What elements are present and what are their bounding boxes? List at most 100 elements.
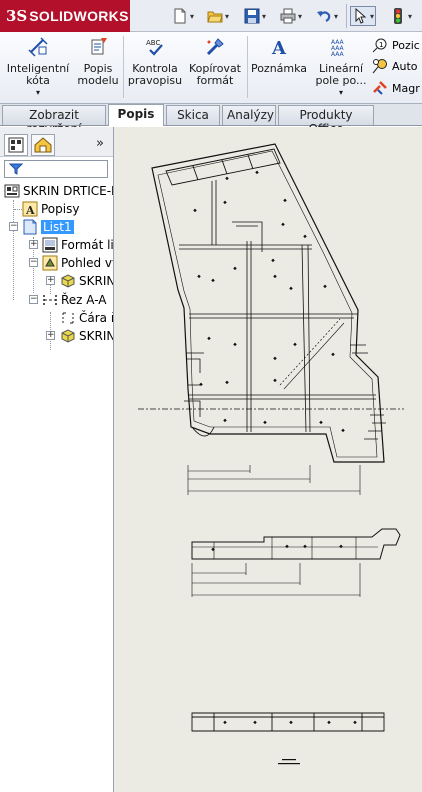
ribbon-separator	[123, 36, 124, 98]
tree-part-2[interactable]: SKRIN	[60, 327, 113, 345]
chevron-down-icon[interactable]: ▾	[262, 12, 266, 21]
rebuild-button[interactable]: ▾	[390, 6, 412, 26]
spell-check-icon: ABC	[146, 39, 163, 56]
print-icon	[280, 8, 296, 24]
chevron-down-icon[interactable]: ▾	[298, 12, 302, 21]
tree-root-label: SKRIN DRTICE-P	[23, 184, 114, 198]
linear-pattern-button[interactable]: AAA AAA AAA Lineární pole po... ▾	[312, 34, 370, 99]
save-icon	[244, 8, 260, 24]
note-label: Poznámka	[250, 62, 308, 75]
feature-manager-panel: » SKRIN DRTICE-P A Popisy − List1 + Form…	[0, 127, 114, 792]
chevron-down-icon[interactable]: ▾	[225, 12, 229, 21]
side-view-1-inner	[192, 537, 378, 559]
diagonal-dashed	[279, 318, 341, 386]
panel-tabs: »	[0, 127, 113, 157]
property-manager-tab[interactable]	[31, 134, 55, 156]
ribbon-separator	[247, 36, 248, 98]
new-document-button[interactable]: ▾	[172, 6, 194, 26]
dimension-lines-1	[187, 465, 361, 495]
right-brackets	[350, 344, 386, 440]
expand-toggle[interactable]: +	[29, 240, 38, 249]
print-button[interactable]: ▾	[280, 6, 302, 26]
tree-part-1[interactable]: SKRIN	[60, 272, 114, 290]
tree-annotations-label: Popisy	[41, 202, 80, 216]
sheet-icon	[23, 219, 37, 235]
format-painter-button[interactable]: Kopírovat formát	[186, 34, 244, 87]
auto-balloon-icon	[372, 59, 387, 74]
linear-pattern-label: Lineární pole po...	[315, 62, 367, 87]
expand-toggle[interactable]: +	[46, 331, 55, 340]
spell-check-button[interactable]: ABC Kontrola pravopisu	[126, 34, 184, 87]
internal-ribs	[179, 180, 376, 433]
chevron-down-icon[interactable]: ▾	[408, 12, 412, 21]
side-view-1	[191, 528, 401, 560]
tree-drawing-view[interactable]: Pohled vy	[42, 254, 114, 272]
feature-tree-icon	[8, 137, 24, 153]
property-manager-icon	[34, 137, 52, 153]
magnetic-line-button[interactable]: Magr	[372, 78, 420, 98]
spell-check-label: Kontrola pravopisu	[127, 62, 183, 87]
section-line-icon	[62, 312, 74, 324]
feature-tree-tab[interactable]	[4, 134, 28, 156]
section-view-icon	[43, 295, 57, 305]
tree-annotations[interactable]: A Popisy	[22, 200, 79, 218]
smart-dimension-button[interactable]: Inteligentní kóta ▾	[4, 34, 72, 99]
drawing-sheet[interactable]	[114, 127, 422, 792]
tab-sketch[interactable]: Skica	[166, 105, 220, 125]
tab-evaluate[interactable]: Analýzy	[222, 105, 276, 125]
magnetic-line-label: Magr	[392, 81, 420, 95]
plate-inner	[157, 150, 378, 458]
collapse-toggle[interactable]: −	[9, 222, 18, 231]
expand-toggle[interactable]: +	[46, 276, 55, 285]
open-button[interactable]: ▾	[207, 6, 229, 26]
annotations-icon: A	[22, 201, 38, 217]
model-items-label: Popis modelu	[77, 62, 119, 87]
smart-dimension-icon	[28, 37, 48, 57]
undo-button[interactable]: ▾	[316, 6, 338, 26]
tab-office-products[interactable]: Produkty Office	[278, 105, 374, 136]
model-items-button[interactable]: Popis modelu	[76, 34, 120, 87]
filter-icon	[9, 163, 23, 175]
chevron-down-icon[interactable]: ▾	[334, 12, 338, 21]
tree-sheet-format-label: Formát lis	[61, 238, 114, 252]
tree-part-1-label: SKRIN	[79, 274, 114, 288]
tree-filter-input[interactable]	[4, 160, 108, 178]
drawing-canvas	[138, 143, 404, 765]
diagonal-solid	[283, 322, 345, 390]
select-button[interactable]: ▾	[350, 6, 377, 26]
tree-sheet-format[interactable]: Formát lis	[42, 236, 114, 254]
note-button[interactable]: A Poznámka	[250, 34, 308, 75]
smart-dimension-label: Inteligentní kóta	[6, 62, 70, 87]
traffic-light-icon	[394, 8, 402, 24]
svg-text:ABC: ABC	[146, 39, 160, 47]
balloon-button[interactable]: 1 Pozic	[372, 35, 420, 55]
format-painter-icon	[206, 38, 224, 56]
sheet-format-icon	[42, 237, 58, 253]
chevron-down-icon[interactable]: ▾	[370, 12, 374, 21]
tree-sheet[interactable]: List1	[22, 218, 74, 236]
dimension-lines-2	[191, 563, 361, 597]
tree-root-drawing[interactable]: SKRIN DRTICE-P	[4, 182, 114, 200]
logo-name: SOLIDWORKS	[29, 8, 129, 24]
tree-section-view[interactable]: Řez A-A	[42, 291, 107, 309]
chevron-down-icon[interactable]: ▾	[190, 12, 194, 21]
tree-drawing-view-label: Pohled vy	[61, 256, 114, 270]
tree-section-view-label: Řez A-A	[61, 293, 107, 307]
tree-section-line-label: Čára ř	[79, 311, 114, 325]
tab-annotation[interactable]: Popis	[108, 104, 164, 126]
magnetic-line-icon	[373, 81, 387, 95]
toolbar-separator	[346, 4, 347, 28]
collapse-toggle[interactable]: −	[29, 295, 38, 304]
collapse-toggle[interactable]: −	[29, 258, 38, 267]
format-painter-label: Kopírovat formát	[188, 62, 241, 87]
drawing-view-icon	[42, 255, 58, 271]
tree-line	[13, 200, 14, 300]
tab-view-layout[interactable]: Zobrazit rozvržení	[2, 105, 106, 136]
tree-section-line[interactable]: Čára ř	[60, 309, 114, 327]
auto-balloon-button[interactable]: Auto	[372, 56, 418, 76]
tree-line	[14, 209, 22, 210]
save-button[interactable]: ▾	[244, 6, 266, 26]
undo-icon	[317, 11, 331, 22]
title-bar: 3S SOLIDWORKS ▾ ▾ ▾ ▾ ▾ ▾ ▾	[0, 0, 422, 32]
more-tabs-chevron-icon[interactable]: »	[96, 136, 104, 151]
